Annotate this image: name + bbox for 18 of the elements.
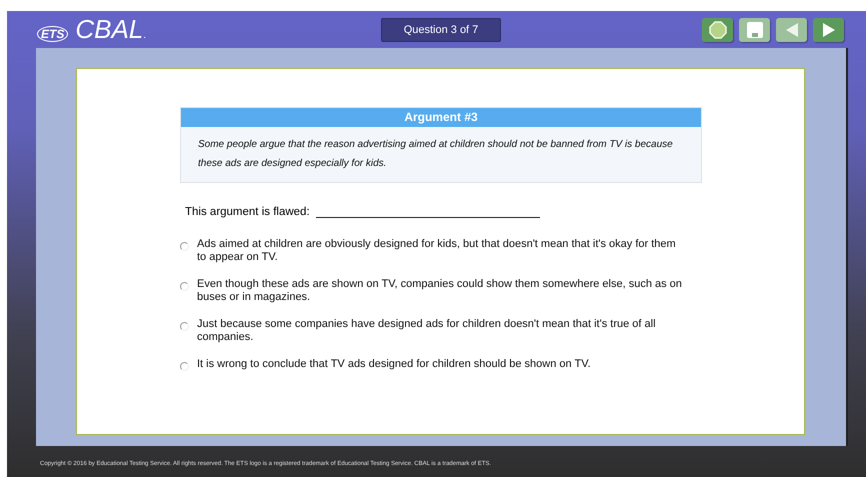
radio-button[interactable] <box>180 282 189 291</box>
next-button[interactable] <box>813 18 844 42</box>
logo-dot: . <box>143 30 146 41</box>
stop-button[interactable] <box>702 18 733 42</box>
option-text[interactable]: Ads aimed at children are obviously designed for kids, but that doesn't mean that it's okay for them to appear on TV. <box>197 238 682 264</box>
option-text[interactable]: Even though these ads are shown on TV, companies could show them somewhere else, such as on buses or in magazines. <box>197 278 682 304</box>
question-counter: Question 3 of 7 <box>381 18 501 42</box>
radio-button[interactable] <box>180 322 189 331</box>
argument-title: Argument #3 <box>181 108 701 127</box>
logo-text: CBAL <box>75 14 144 45</box>
radio-button[interactable] <box>180 362 189 371</box>
prompt-text: This argument is flawed: <box>185 206 310 218</box>
logo-mark: ETS <box>37 26 68 42</box>
stop-icon <box>708 20 726 38</box>
radio-button[interactable] <box>180 242 189 251</box>
option-text[interactable]: It is wrong to conclude that TV ads designed for children should be shown on TV. <box>197 358 682 371</box>
option-text[interactable]: Just because some companies have designed ads for children doesn't mean that it's true of all companies. <box>197 318 682 344</box>
argument-text: Some people argue that the reason advertising aimed at children should not be banned from TV is because these ads are designed especially for kids. <box>197 138 674 171</box>
